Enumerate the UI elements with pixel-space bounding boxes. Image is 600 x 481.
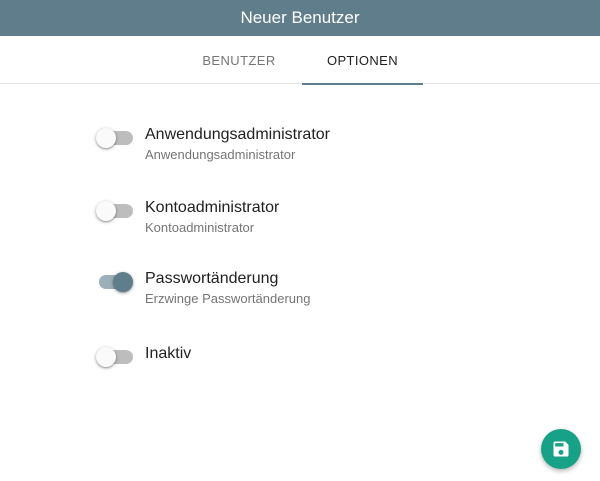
floppy-disk-icon [553,441,569,457]
save-button[interactable] [541,429,581,469]
toggle-thumb [113,272,133,292]
dialog-title-bar: Neuer Benutzer [0,0,600,36]
tab-bar: BENUTZER OPTIONEN [0,36,600,85]
active-tab-indicator [302,83,423,85]
toggle-thumb [96,347,116,367]
option-title: Kontoadministrator [145,199,280,216]
tab-benutzer[interactable]: BENUTZER [178,36,300,84]
toggle-anwendungsadministrator[interactable] [96,126,136,150]
toggle-thumb [96,128,116,148]
option-subtitle: Erzwinge Passwortänderung [145,291,311,306]
toggle-thumb [96,201,116,221]
option-title: Passwortänderung [145,270,279,287]
option-title: Inaktiv [145,345,192,362]
dialog-title: Neuer Benutzer [240,8,360,27]
tab-optionen[interactable]: OPTIONEN [302,36,423,85]
toggle-passwortaenderung[interactable] [96,270,136,294]
option-subtitle: Kontoadministrator [145,220,255,235]
option-subtitle: Anwendungsadministrator [145,147,296,162]
toggle-kontoadministrator[interactable] [96,199,136,223]
tab-benutzer-label: BENUTZER [202,52,276,68]
toggle-inaktiv[interactable] [96,345,136,369]
tab-optionen-label: OPTIONEN [326,52,399,68]
option-title: Anwendungsadministrator [145,126,330,143]
